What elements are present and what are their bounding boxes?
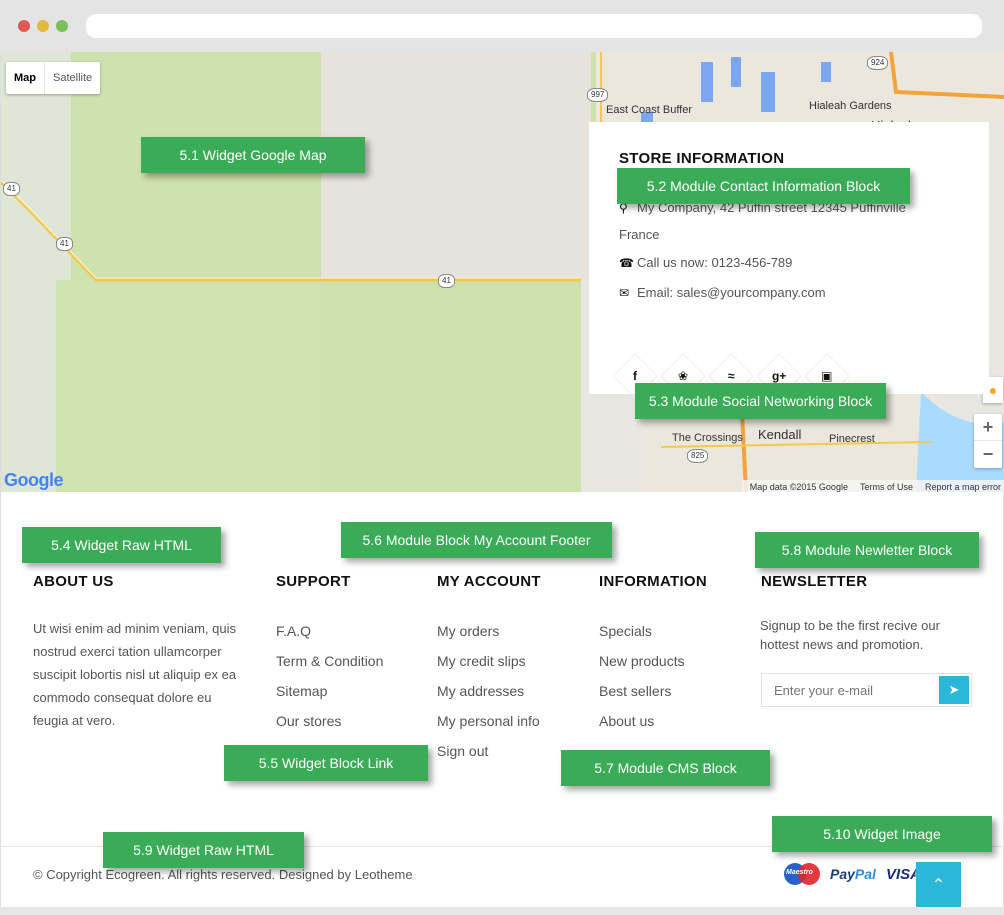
instagram-icon: ▣: [821, 369, 833, 383]
link-sitemap[interactable]: Sitemap: [276, 676, 383, 706]
facebook-icon: f: [633, 369, 637, 383]
map-footer: Map data ©2015 Google Terms of Use Repor…: [741, 480, 1004, 492]
map-type-satellite-button[interactable]: Satellite: [45, 62, 100, 94]
newsletter-text: Signup to be the first recive our hottes…: [760, 618, 940, 652]
my-account-links: My orders My credit slips My addresses M…: [437, 616, 540, 766]
store-information-block: STORE INFORMATION ⚲ My Company, 42 Puffi…: [589, 122, 989, 399]
minimize-window-icon[interactable]: [37, 20, 49, 32]
store-information-title: STORE INFORMATION: [619, 150, 785, 167]
store-email-label: Email:: [637, 285, 674, 300]
zoom-in-button[interactable]: +: [974, 414, 1002, 441]
map-label-east-coast: East Coast Buffer: [606, 104, 693, 116]
newsletter-email-input[interactable]: [762, 682, 937, 698]
google-logo-text: Google: [4, 470, 64, 490]
envelope-icon: ✉: [619, 286, 630, 300]
annotation-tag: 5.10 Widget Image: [772, 816, 992, 852]
annotation-tag: 5.3 Module Social Networking Block: [635, 383, 886, 419]
chevron-up-icon: ⌃: [931, 876, 946, 894]
google-map[interactable]: Map Satellite East Coast Buffer Hialeah …: [1, 52, 1004, 492]
link-my-addresses[interactable]: My addresses: [437, 676, 540, 706]
newsletter-submit-button[interactable]: ➤: [939, 676, 969, 704]
support-title: SUPPORT: [276, 573, 351, 590]
zoom-control: + −: [974, 414, 1002, 468]
twitter-icon: ❀: [677, 369, 689, 383]
link-my-orders[interactable]: My orders: [437, 616, 540, 646]
link-best-sellers[interactable]: Best sellers: [599, 676, 685, 706]
store-email: ✉ Email: sales@yourcompany.com: [619, 284, 959, 302]
link-our-stores[interactable]: Our stores: [276, 706, 383, 736]
link-terms[interactable]: Term & Condition: [276, 646, 383, 676]
annotation-tag: 5.9 Widget Raw HTML: [103, 832, 304, 868]
link-my-personal-info[interactable]: My personal info: [437, 706, 540, 736]
route-shield: 41: [438, 274, 455, 288]
annotation-tag: 5.7 Module CMS Block: [561, 750, 770, 786]
browser-chrome: [0, 0, 1004, 52]
link-sign-out[interactable]: Sign out: [437, 736, 540, 766]
paypal-logo-text-pay: Pay: [830, 866, 855, 882]
google-plus-icon: g+: [771, 369, 787, 383]
route-shield: 41: [56, 237, 73, 251]
map-data-credit: Map data ©2015 Google: [749, 482, 848, 492]
copyright-text: © Copyright Ecogreen. All rights reserve…: [33, 867, 413, 882]
zoom-out-button[interactable]: −: [974, 441, 1002, 468]
maximize-window-icon[interactable]: [56, 20, 68, 32]
newsletter-form: ➤: [761, 673, 972, 707]
paypal-logo: PayPal: [830, 866, 876, 882]
annotation-tag: 5.5 Widget Block Link: [224, 745, 428, 781]
information-title: INFORMATION: [599, 573, 708, 590]
google-logo: Google: [4, 470, 64, 491]
map-label-the-crossings: The Crossings: [672, 432, 743, 444]
maestro-logo-text: Maestro: [786, 869, 813, 876]
link-about-us[interactable]: About us: [599, 706, 685, 736]
map-type-map-button[interactable]: Map: [6, 62, 45, 94]
annotation-tag: 5.6 Module Block My Account Footer: [341, 522, 612, 558]
route-shield: 41: [3, 182, 20, 196]
address-bar[interactable]: [86, 14, 982, 38]
annotation-tag: 5.1 Widget Google Map: [141, 137, 365, 173]
store-phone: ☎ Call us now: 0123-456-789: [619, 254, 959, 272]
phone-icon: ☎: [619, 256, 634, 270]
store-phone-label: Call us now:: [637, 255, 708, 270]
report-map-error-link[interactable]: Report a map error: [925, 480, 1001, 492]
store-country: France: [619, 227, 660, 242]
rss-icon: ≈: [727, 369, 735, 383]
paper-plane-icon: ➤: [948, 682, 960, 697]
about-us-text: Ut wisi enim ad minim veniam, quis nostr…: [33, 621, 237, 728]
link-faq[interactable]: F.A.Q: [276, 616, 383, 646]
information-links: Specials New products Best sellers About…: [599, 616, 685, 736]
map-label-hialeah-gardens: Hialeah Gardens: [809, 100, 892, 112]
close-window-icon[interactable]: [18, 20, 30, 32]
annotation-tag: 5.4 Widget Raw HTML: [22, 527, 221, 563]
terms-of-use-link[interactable]: Terms of Use: [860, 480, 913, 492]
support-links: F.A.Q Term & Condition Sitemap Our store…: [276, 616, 383, 736]
link-my-credit-slips[interactable]: My credit slips: [437, 646, 540, 676]
maestro-logo: Maestro: [784, 863, 820, 885]
annotation-tag: 5.2 Module Contact Information Block: [617, 168, 910, 204]
route-shield: 924: [867, 56, 889, 70]
map-label-kendall: Kendall: [758, 427, 802, 442]
store-email-link[interactable]: sales@yourcompany.com: [677, 284, 826, 302]
annotation-tag: 5.8 Module Newletter Block: [755, 532, 979, 568]
newsletter-title: NEWSLETTER: [761, 573, 868, 590]
link-new-products[interactable]: New products: [599, 646, 685, 676]
map-type-control: Map Satellite: [6, 62, 101, 94]
my-account-title: MY ACCOUNT: [437, 573, 541, 590]
window-bottom-edge: [0, 907, 1004, 915]
back-to-top-button[interactable]: ⌃: [916, 862, 961, 907]
about-us-title: ABOUT US: [33, 573, 114, 590]
route-shield: 825: [687, 449, 709, 463]
route-shield: 997: [587, 88, 609, 102]
store-phone-number: 0123-456-789: [711, 255, 793, 270]
link-specials[interactable]: Specials: [599, 616, 685, 646]
paypal-logo-text-pal: Pal: [854, 866, 876, 882]
map-label-pinecrest: Pinecrest: [829, 433, 875, 445]
